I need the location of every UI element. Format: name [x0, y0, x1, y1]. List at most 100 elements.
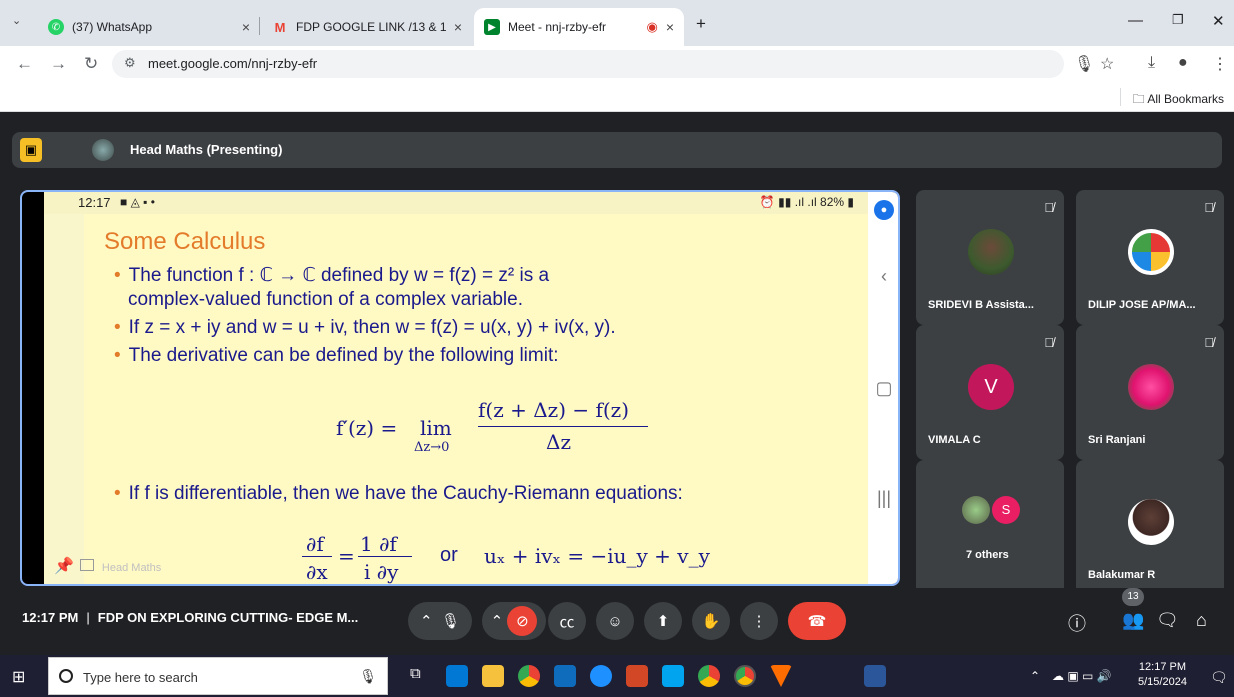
- tab-gmail[interactable]: M FDP GOOGLE LINK /13 & 14/5/ ×: [262, 8, 472, 46]
- nav-recents-icon[interactable]: |||: [872, 488, 896, 509]
- tab-close-icon[interactable]: ×: [242, 19, 250, 35]
- all-bookmarks-button[interactable]: 🗀 All Bookmarks: [1133, 90, 1224, 111]
- tab-close-icon[interactable]: ×: [666, 19, 674, 35]
- browser-tab-strip: ⌄ ✆ (37) WhatsApp × M FDP GOOGLE LINK /1…: [0, 0, 1234, 46]
- more-options-button[interactable]: ⋮: [740, 602, 778, 640]
- tab-title: FDP GOOGLE LINK /13 & 14/5/: [296, 20, 446, 34]
- menu-kebab-icon[interactable]: ⋮: [1212, 54, 1228, 74]
- microphone-icon[interactable]: 🎙: [1074, 54, 1094, 74]
- participant-tile[interactable]: Balakumar R: [1076, 460, 1224, 595]
- assistant-icon[interactable]: ●: [874, 200, 894, 220]
- minimize-icon[interactable]: —: [1128, 12, 1143, 29]
- system-clock[interactable]: 12:17 PM 5/15/2024: [1138, 660, 1187, 690]
- footer-name: Head Maths: [101, 562, 162, 574]
- microphone-icon: 🎙: [440, 613, 460, 630]
- tab-title: Meet - nnj-rzby-efr: [508, 20, 607, 34]
- reactions-button[interactable]: ☺: [596, 602, 634, 640]
- profile-avatar-icon[interactable]: ●: [1178, 54, 1188, 72]
- tab-title: (37) WhatsApp: [72, 20, 153, 34]
- task-view-icon[interactable]: ⧉: [410, 665, 432, 687]
- restore-icon[interactable]: ❐: [1172, 12, 1184, 28]
- muted-mic-icon: 🎙̸: [1044, 200, 1054, 215]
- tab-whatsapp[interactable]: ✆ (37) WhatsApp ×: [38, 8, 260, 46]
- edge-icon[interactable]: [590, 665, 612, 687]
- slide-bullet: • If f is differentiable, then we have th…: [114, 483, 683, 504]
- battery-percent: 82%: [820, 195, 845, 209]
- new-tab-icon[interactable]: +: [696, 14, 706, 34]
- pin-icon[interactable]: 📌: [54, 558, 74, 575]
- presentation-frame[interactable]: 12:17 ■ ◬ ▪ • ⏰ ▮▮ .ıl .ıl 82% ▮ Some Ca…: [20, 190, 900, 586]
- chrome-profile-icon[interactable]: [698, 665, 720, 687]
- store-icon[interactable]: [446, 665, 468, 687]
- window-close-icon[interactable]: ✕: [1212, 12, 1225, 30]
- all-bookmarks-label: All Bookmarks: [1147, 92, 1224, 106]
- app-icon[interactable]: [662, 665, 684, 687]
- muted-mic-icon: 🎙̸: [1204, 200, 1214, 215]
- reload-icon[interactable]: ↻: [84, 54, 98, 74]
- nav-back-icon[interactable]: ‹: [872, 266, 896, 287]
- windows-start-icon[interactable]: ⊞: [12, 667, 25, 687]
- raise-hand-button[interactable]: ✋: [692, 602, 730, 640]
- camera-off-icon: ⊘: [507, 606, 538, 636]
- meeting-details-icon[interactable]: ⓘ: [1068, 610, 1086, 636]
- taskbar-search-box[interactable]: Type here to search 🎙: [48, 657, 388, 695]
- camera-button[interactable]: ⌃ ⊘: [482, 602, 546, 640]
- participant-avatar: [1128, 364, 1174, 410]
- microphone-icon[interactable]: 🎙: [359, 668, 377, 685]
- meeting-time: 12:17 PM: [22, 610, 79, 625]
- participant-initial: V: [968, 364, 1014, 410]
- present-button[interactable]: ⬆: [644, 602, 682, 640]
- phone-battery-status: ⏰ ▮▮ .ıl .ıl 82% ▮: [759, 195, 854, 209]
- shared-screen: 12:17 ■ ◬ ▪ • ⏰ ▮▮ .ıl .ıl 82% ▮ Some Ca…: [44, 192, 868, 584]
- word-icon[interactable]: [864, 665, 886, 687]
- search-placeholder: Type here to search: [83, 670, 198, 685]
- phone-notification-icons: ■ ◬ ▪ •: [120, 195, 155, 209]
- phone-nav-strip: ● ‹ ▢ |||: [868, 192, 898, 584]
- participant-tile[interactable]: 🎙̸ SRIDEVI B Assista...: [916, 190, 1064, 325]
- chevron-up-icon[interactable]: ⌃: [420, 612, 433, 630]
- powerpoint-icon[interactable]: [626, 665, 648, 687]
- participant-name: VIMALA C: [928, 434, 981, 446]
- people-icon[interactable]: 👥: [1122, 610, 1144, 631]
- chevron-up-icon[interactable]: ⌃: [491, 612, 504, 630]
- nav-home-icon[interactable]: ▢: [872, 378, 896, 399]
- browser-toolbar: ← → ↻ ⚙ meet.google.com/nnj-rzby-efr 🎙 ☆…: [0, 46, 1234, 82]
- bookmark-star-icon[interactable]: ☆: [1100, 54, 1114, 74]
- tab-search-chevron-icon[interactable]: ⌄: [12, 14, 21, 27]
- participant-tile[interactable]: 🎙̸ DILIP JOSE AP/MA...: [1076, 190, 1224, 325]
- participant-name: Balakumar R: [1088, 569, 1156, 581]
- chrome-icon[interactable]: [518, 665, 540, 687]
- participant-tile[interactable]: 🎙̸ V VIMALA C: [916, 325, 1064, 460]
- thumbnail-icon: [79, 559, 94, 571]
- activities-icon[interactable]: ⌂: [1196, 610, 1207, 631]
- mail-icon[interactable]: [554, 665, 576, 687]
- download-icon[interactable]: ⤓: [1148, 54, 1155, 72]
- presenter-label: Head Maths (Presenting): [130, 142, 283, 157]
- notification-icon[interactable]: 🗨: [1210, 669, 1228, 686]
- tray-icons: ☁ ▣ ▭ 🔊: [1052, 669, 1112, 683]
- address-bar[interactable]: ⚙ meet.google.com/nnj-rzby-efr: [112, 50, 1064, 78]
- formula-lim: lim: [420, 416, 452, 440]
- captions-button[interactable]: ㏄: [548, 602, 586, 640]
- hand-icon: ✋: [701, 613, 721, 630]
- tab-close-icon[interactable]: ×: [454, 19, 462, 35]
- presentation-icon[interactable]: ▣: [20, 138, 42, 162]
- forward-icon[interactable]: →: [50, 54, 67, 74]
- chat-icon[interactable]: 🗨: [1156, 610, 1179, 631]
- whatsapp-icon: ✆: [48, 19, 64, 35]
- tab-meet[interactable]: ▶ Meet - nnj-rzby-efr ◉ ×: [474, 8, 684, 46]
- participant-tile-others[interactable]: S 7 others: [916, 460, 1064, 595]
- back-icon[interactable]: ←: [16, 54, 33, 74]
- cr-or: or: [440, 544, 458, 566]
- leave-call-button[interactable]: ☎: [788, 602, 846, 640]
- search-icon: [59, 669, 73, 683]
- chrome-active-icon[interactable]: [734, 665, 756, 687]
- tray-overflow-icon[interactable]: ⌃: [1030, 669, 1040, 683]
- participant-tile[interactable]: 🎙̸ Sri Ranjani: [1076, 325, 1224, 460]
- microphone-button[interactable]: ⌃ 🎙: [408, 602, 472, 640]
- file-explorer-icon[interactable]: [482, 665, 504, 687]
- formula-numerator: f(z + Δz) − f(z): [478, 398, 630, 422]
- site-info-icon[interactable]: ⚙: [124, 55, 136, 71]
- vlc-icon[interactable]: [770, 665, 792, 687]
- formula-lim-sub: Δz→0: [414, 440, 450, 455]
